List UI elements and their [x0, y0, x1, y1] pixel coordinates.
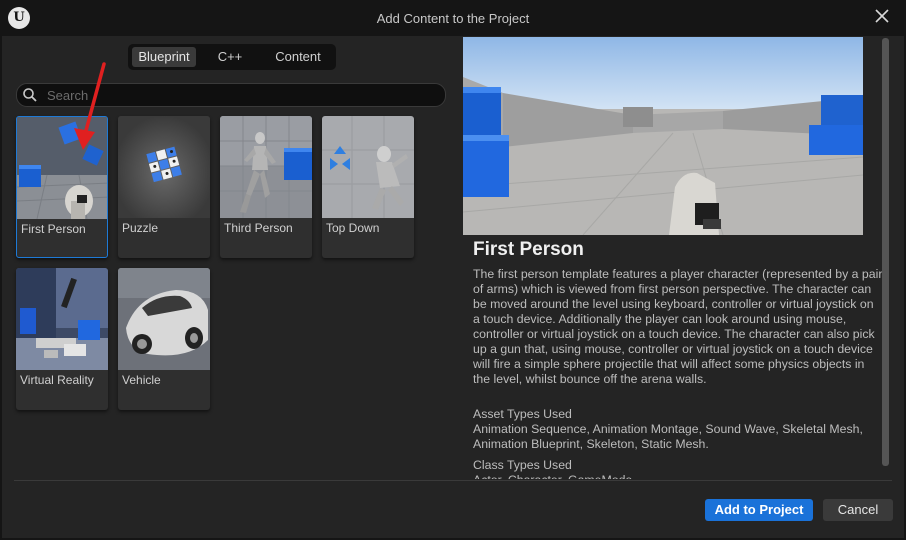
tab-content[interactable]: Content [264, 47, 332, 67]
template-label-first-person: First Person [21, 222, 86, 236]
top-down-thumbnail [322, 116, 414, 218]
asset-types-heading: Asset Types Used [473, 407, 572, 421]
tab-blueprint[interactable]: Blueprint [132, 47, 196, 67]
dialog-body: Blueprint C++ Content Search First Perso… [2, 36, 904, 538]
template-card-vehicle[interactable]: Vehicle [118, 268, 210, 410]
cancel-button[interactable]: Cancel [823, 499, 893, 521]
template-preview-image [463, 37, 863, 235]
title-bar: U Add Content to the Project [0, 0, 906, 36]
search-icon [23, 88, 37, 102]
asset-types-list: Animation Sequence, Animation Montage, S… [473, 422, 863, 451]
puzzle-thumbnail [118, 116, 210, 218]
template-label-puzzle: Puzzle [122, 221, 159, 235]
template-label-virtual-reality: Virtual Reality [20, 373, 94, 387]
template-label-vehicle: Vehicle [122, 373, 161, 387]
add-to-project-button[interactable]: Add to Project [705, 499, 813, 521]
tab-cpp[interactable]: C++ [200, 47, 260, 67]
annotation-arrow-icon [74, 62, 106, 150]
template-title: First Person [473, 239, 584, 260]
template-label-third-person: Third Person [224, 221, 293, 235]
third-person-thumbnail [220, 116, 312, 218]
class-types-heading: Class Types Used [473, 458, 572, 472]
class-types-list: Actor, Character, GameMode [473, 473, 883, 479]
category-tabs: Blueprint C++ Content [128, 44, 336, 70]
template-card-virtual-reality[interactable]: Virtual Reality [16, 268, 108, 410]
template-card-puzzle[interactable]: Puzzle [118, 116, 210, 258]
details-scrollbar[interactable] [882, 38, 889, 466]
template-details: First Person The first person template f… [463, 36, 893, 479]
vehicle-thumbnail [118, 268, 210, 370]
footer-divider [14, 480, 892, 481]
template-card-top-down[interactable]: Top Down [322, 116, 414, 258]
close-icon[interactable] [872, 6, 892, 26]
virtual-reality-thumbnail [16, 268, 108, 370]
window-title: Add Content to the Project [376, 11, 530, 26]
template-description: The first person template features a pla… [473, 267, 883, 386]
template-card-third-person[interactable]: Third Person [220, 116, 312, 258]
template-label-top-down: Top Down [326, 221, 380, 235]
